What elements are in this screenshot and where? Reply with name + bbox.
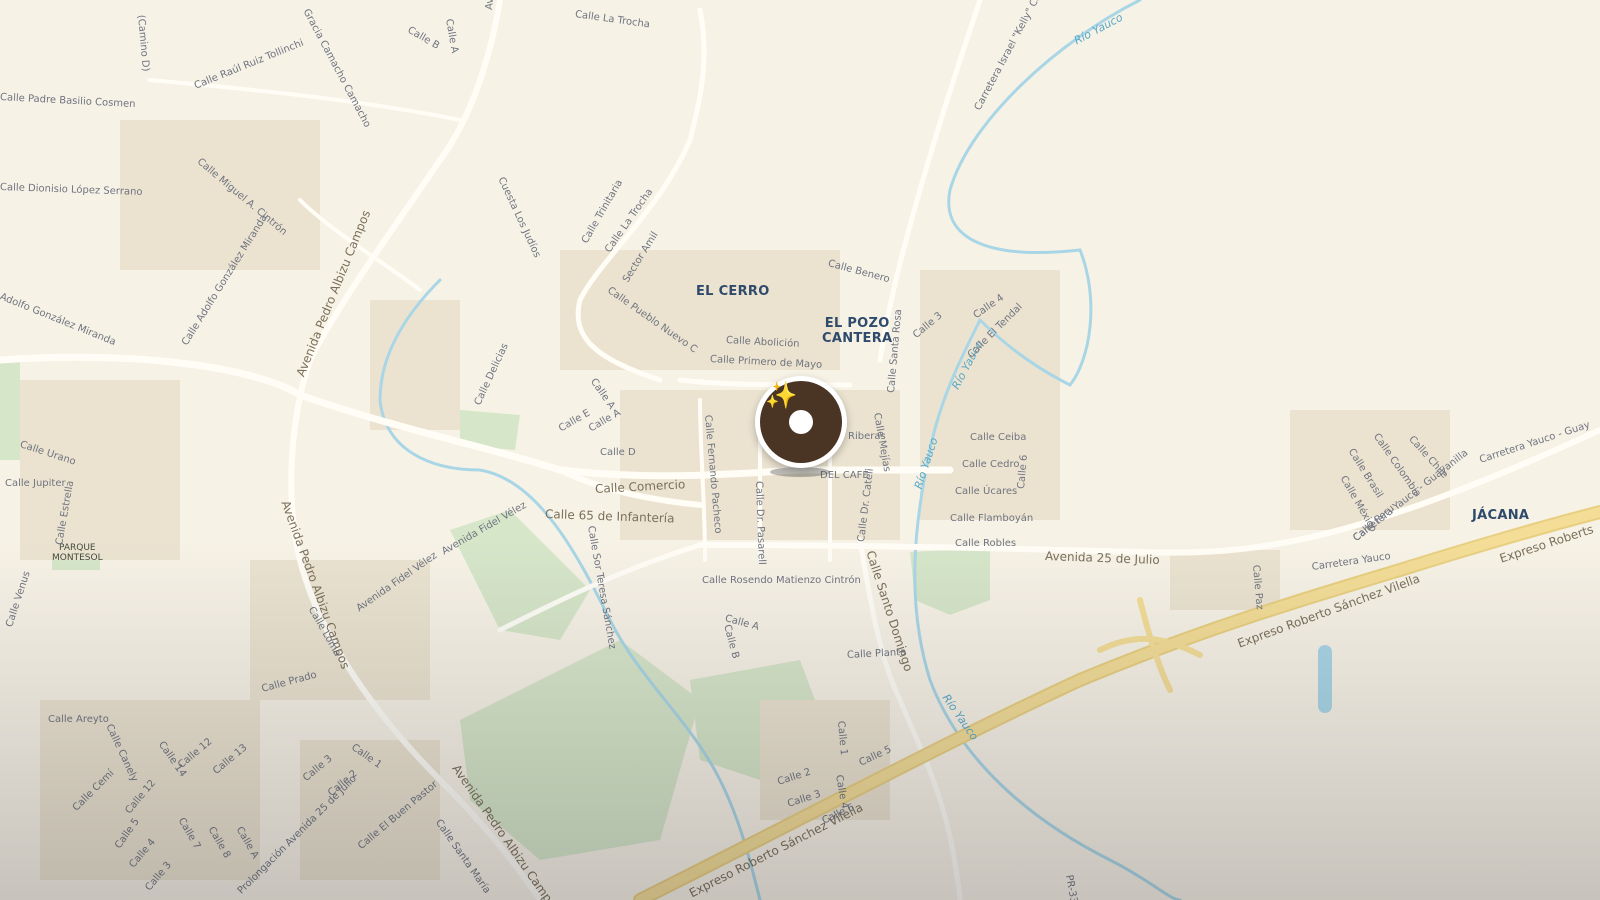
street-label: Calle 1: [835, 720, 849, 756]
street-label: Calle Jupiter: [5, 478, 66, 489]
marker-shadow: [770, 467, 830, 477]
street-label: Calle Dr. Pasarell: [753, 480, 767, 566]
street-label: Calle Robles: [955, 538, 1017, 549]
street-label: Calle Flamboyán: [950, 513, 1034, 524]
street-label: Avenida 25 de Julio: [1044, 549, 1160, 568]
donut-hole: [789, 410, 813, 434]
neighborhood-jacana: JÁCANA: [1472, 508, 1530, 523]
street-label: Calle Cedro: [962, 459, 1020, 470]
neighborhood-el-cerro: EL CERRO: [696, 284, 770, 299]
location-marker[interactable]: ✨: [755, 376, 847, 468]
street-label: Calle D: [600, 447, 636, 458]
street-label: Calle Ceiba: [970, 432, 1027, 443]
park-area: [0, 360, 20, 460]
neighborhood-el-pozo-cantera: EL POZO CANTERA: [822, 316, 893, 346]
street-label: Calle Úcares: [955, 486, 1018, 497]
map-canvas[interactable]: EL CERRO EL POZO CANTERA JÁCANA PARQUE M…: [0, 0, 1600, 900]
street-label: Calle Rosendo Matienzo Cintrón: [702, 575, 861, 586]
sparkle-icon: ✨: [765, 380, 798, 410]
park-label-montesol: PARQUE MONTESOL: [52, 543, 103, 564]
street-label: Calle Areyto: [48, 714, 109, 725]
